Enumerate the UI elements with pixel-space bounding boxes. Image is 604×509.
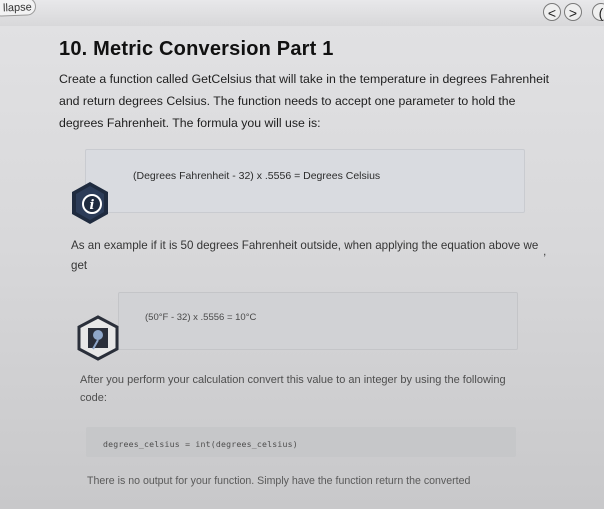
next-button[interactable]: >	[564, 3, 582, 21]
pin-icon	[77, 315, 119, 361]
top-toolbar: llapse < > (	[0, 0, 604, 26]
output-note-text: There is no output for your function. Si…	[87, 475, 471, 487]
example-formula-text: (50°F - 32) x .5556 = 10°C	[145, 312, 257, 323]
example-text: As an example if it is 50 degrees Fahren…	[71, 239, 539, 272]
collapse-button[interactable]: llapse	[0, 0, 37, 17]
lesson-screen: llapse < > ( 10. Metric Conversion Part …	[0, 0, 604, 509]
code-line: degrees_celsius = int(degrees_celsius)	[103, 439, 298, 449]
convert-instruction-text: After you perform your calculation conve…	[80, 374, 506, 404]
info-icon: i	[72, 182, 108, 224]
extra-nav-button[interactable]: (	[592, 3, 604, 21]
intro-text: Create a function called GetCelsius that…	[59, 72, 550, 130]
formula-text: (Degrees Fahrenheit - 32) x .5556 = Degr…	[133, 170, 381, 182]
page-title: 10. Metric Conversion Part 1	[59, 38, 334, 60]
previous-button[interactable]: <	[543, 3, 561, 21]
stray-comma: ,	[543, 244, 547, 258]
svg-text:i: i	[90, 198, 95, 213]
